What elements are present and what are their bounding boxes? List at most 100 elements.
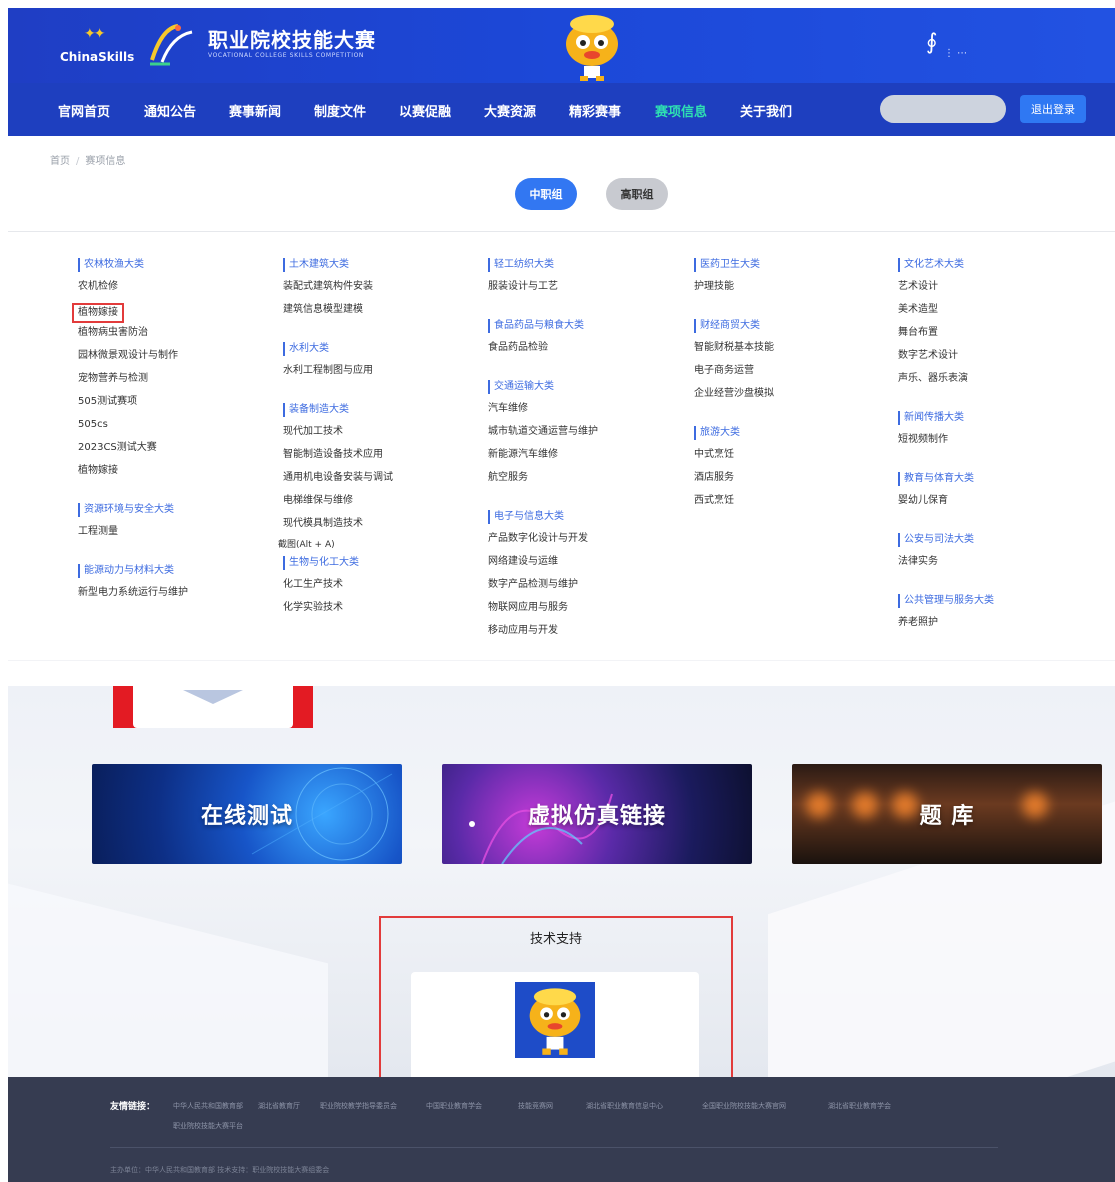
competition-item-link[interactable]: 农机检修 [78,281,118,292]
competition-item-link[interactable]: 汽车维修 [488,403,528,414]
friend-link[interactable]: 全国职业院校技能大赛官网 [702,1101,786,1111]
nav-item-news[interactable]: 赛事新闻 [229,101,281,120]
nav-item-about[interactable]: 关于我们 [740,101,792,120]
logout-button[interactable]: 退出登录 [1020,95,1086,123]
competition-item-link[interactable]: 化工生产技术 [283,579,343,590]
competition-item-link[interactable]: 舞台布置 [898,327,938,338]
category-group-heading: 轻工纺织大类 [488,258,688,272]
competition-item-link[interactable]: 园林微景观设计与制作 [78,350,178,361]
brand-subtitle: VOCATIONAL COLLEGE SKILLS COMPETITION [208,52,364,59]
competition-item-link[interactable]: 法律实务 [898,556,938,567]
competition-item-link[interactable]: 电子商务运营 [694,365,754,376]
competition-item-link[interactable]: 食品药品检验 [488,342,548,353]
competition-item-link[interactable]: 物联网应用与服务 [488,602,568,613]
level-secondary-button[interactable]: 中职组 [515,178,577,210]
competition-item-link[interactable]: 新能源汽车维修 [488,449,558,460]
friend-link[interactable]: 湖北省职业教育学会 [828,1101,891,1111]
category-column-5: 文化艺术大类 艺术设计 美术造型 舞台布置 数字艺术设计 声乐、器乐表演 新闻传播大类 短视频… [898,258,1098,655]
category-group: 资源环境与安全大类 工程测量 [78,503,278,548]
divider [8,231,1115,232]
banner-label: 在线测试 [200,804,293,829]
competition-item-link[interactable]: 2023CS测试大赛 [78,442,157,453]
competition-item-link[interactable]: 建筑信息模型建模 [283,304,363,315]
breadcrumb: 首页 / 赛项信息 [50,152,125,167]
virtual-simulation-banner[interactable]: 虚拟仿真链接 [442,764,752,864]
category-group-heading: 教育与体育大类 [898,472,1098,486]
competition-item-link[interactable]: 智能制造设备技术应用 [283,449,383,460]
category-group: 教育与体育大类 婴幼儿保育 [898,472,1098,517]
competition-item-link[interactable]: 城市轨道交通运营与维护 [488,426,598,437]
competition-item-link[interactable]: 智能财税基本技能 [694,342,774,353]
competition-item-link[interactable]: 现代加工技术 [283,426,343,437]
competition-item-link[interactable]: 移动应用与开发 [488,625,558,636]
competition-item-link[interactable]: 化学实验技术 [283,602,343,613]
friend-link[interactable]: 湖北省职业教育信息中心 [586,1101,663,1111]
online-test-banner[interactable]: 在线测试 [92,764,402,864]
competition-item-link[interactable]: 航空服务 [488,472,528,483]
competition-item-link[interactable]: 植物病虫害防治 [78,327,148,338]
nav-item-competition-info[interactable]: 赛项信息 [655,101,707,120]
competition-item-link[interactable]: 短视频制作 [898,434,948,445]
competition-item-link[interactable]: 装配式建筑构件安装 [283,281,373,292]
competition-item-link[interactable]: 新型电力系统运行与维护 [78,587,188,598]
competition-item-link[interactable]: 网络建设与运维 [488,556,558,567]
competition-item-link[interactable]: 婴幼儿保育 [898,495,948,506]
list-item: 农机检修 [78,280,278,303]
chinaskills-logo[interactable]: ✦✦ ChinaSkills [60,26,134,68]
competition-item-link[interactable]: 植物嫁接 [78,465,118,476]
banner-label: 虚拟仿真链接 [527,804,666,829]
category-group-heading: 装备制造大类 [283,403,483,417]
search-input[interactable] [880,95,1006,123]
competition-item-link[interactable]: 数字产品检测与维护 [488,579,578,590]
competition-item-link[interactable]: 通用机电设备安装与调试 [283,472,393,483]
level-higher-button[interactable]: 高职组 [606,178,668,210]
competition-item-link[interactable]: 宠物营养与检测 [78,373,148,384]
friend-link[interactable]: 湖北省教育厅 [258,1101,300,1111]
question-bank-banner[interactable]: 题 库 [792,764,1102,864]
competition-item-link[interactable]: 服装设计与工艺 [488,281,558,292]
competition-item-link[interactable]: 水利工程制图与应用 [283,365,373,376]
competition-item-link[interactable]: 企业经营沙盘模拟 [694,388,774,399]
category-group: 轻工纺织大类 服装设计与工艺 [488,258,688,303]
nav-item-resources[interactable]: 大赛资源 [484,101,536,120]
friend-link[interactable]: 中国职业教育学会 [426,1101,482,1111]
nav-item-regulations[interactable]: 制度文件 [314,101,366,120]
list-item: 短视频制作 [898,433,1098,456]
competition-item-link[interactable]: 电梯维保与维修 [283,495,353,506]
competition-item-link[interactable]: 声乐、器乐表演 [898,373,968,384]
competition-item-link[interactable]: 植物嫁接 [72,303,124,323]
competition-item-link[interactable]: 护理技能 [694,281,734,292]
mascot-icon [529,988,581,1055]
friend-link[interactable]: 技能竞赛网 [518,1101,553,1111]
chinaskills-text: ChinaSkills [60,50,135,64]
nav-item-home[interactable]: 官网首页 [58,101,110,120]
support-logo[interactable] [515,982,595,1058]
friend-link[interactable]: 职业院校教学指导委员会 [320,1101,397,1111]
tech-support-section: 技术支持 [379,916,733,1077]
list-item: 新能源汽车维修 [488,448,688,471]
category-group: 电子与信息大类 产品数字化设计与开发 网络建设与运维 数字产品检测与维护 物联网应用与服… [488,510,688,647]
competition-item-link[interactable]: 艺术设计 [898,281,938,292]
competition-item-link[interactable]: 美术造型 [898,304,938,315]
nav-item-integration[interactable]: 以赛促融 [399,101,451,120]
competition-item-link[interactable]: 现代模具制造技术 [283,518,363,529]
competition-item-link[interactable]: 中式烹饪 [694,449,734,460]
competition-item-link[interactable]: 西式烹饪 [694,495,734,506]
competition-item-link[interactable]: 数字艺术设计 [898,350,958,361]
breadcrumb-home[interactable]: 首页 [50,156,70,167]
category-group: 农林牧渔大类 农机检修 植物嫁接 植物病虫害防治 园林微景观设计与制作 宠物营养与检测 50… [72,258,278,487]
competition-item-link[interactable]: 产品数字化设计与开发 [488,533,588,544]
list-item: 通用机电设备安装与调试 [283,471,483,494]
category-group-heading: 财经商贸大类 [694,319,894,333]
competition-item-link[interactable]: 酒店服务 [694,472,734,483]
friend-link[interactable]: 中华人民共和国教育部 [173,1101,243,1111]
nav-item-events[interactable]: 精彩赛事 [569,101,621,120]
category-group: 文化艺术大类 艺术设计 美术造型 舞台布置 数字艺术设计 声乐、器乐表演 [898,258,1098,395]
friend-link[interactable]: 职业院校技能大赛平台 [173,1121,243,1131]
nav-item-notices[interactable]: 通知公告 [144,101,196,120]
competition-item-link[interactable]: 505测试赛项 [78,396,137,407]
competition-item-link[interactable]: 养老照护 [898,617,938,628]
competition-item-link[interactable]: 工程测量 [78,526,118,537]
list-item: 美术造型 [898,303,1098,326]
competition-item-link[interactable]: 505cs [78,419,108,430]
